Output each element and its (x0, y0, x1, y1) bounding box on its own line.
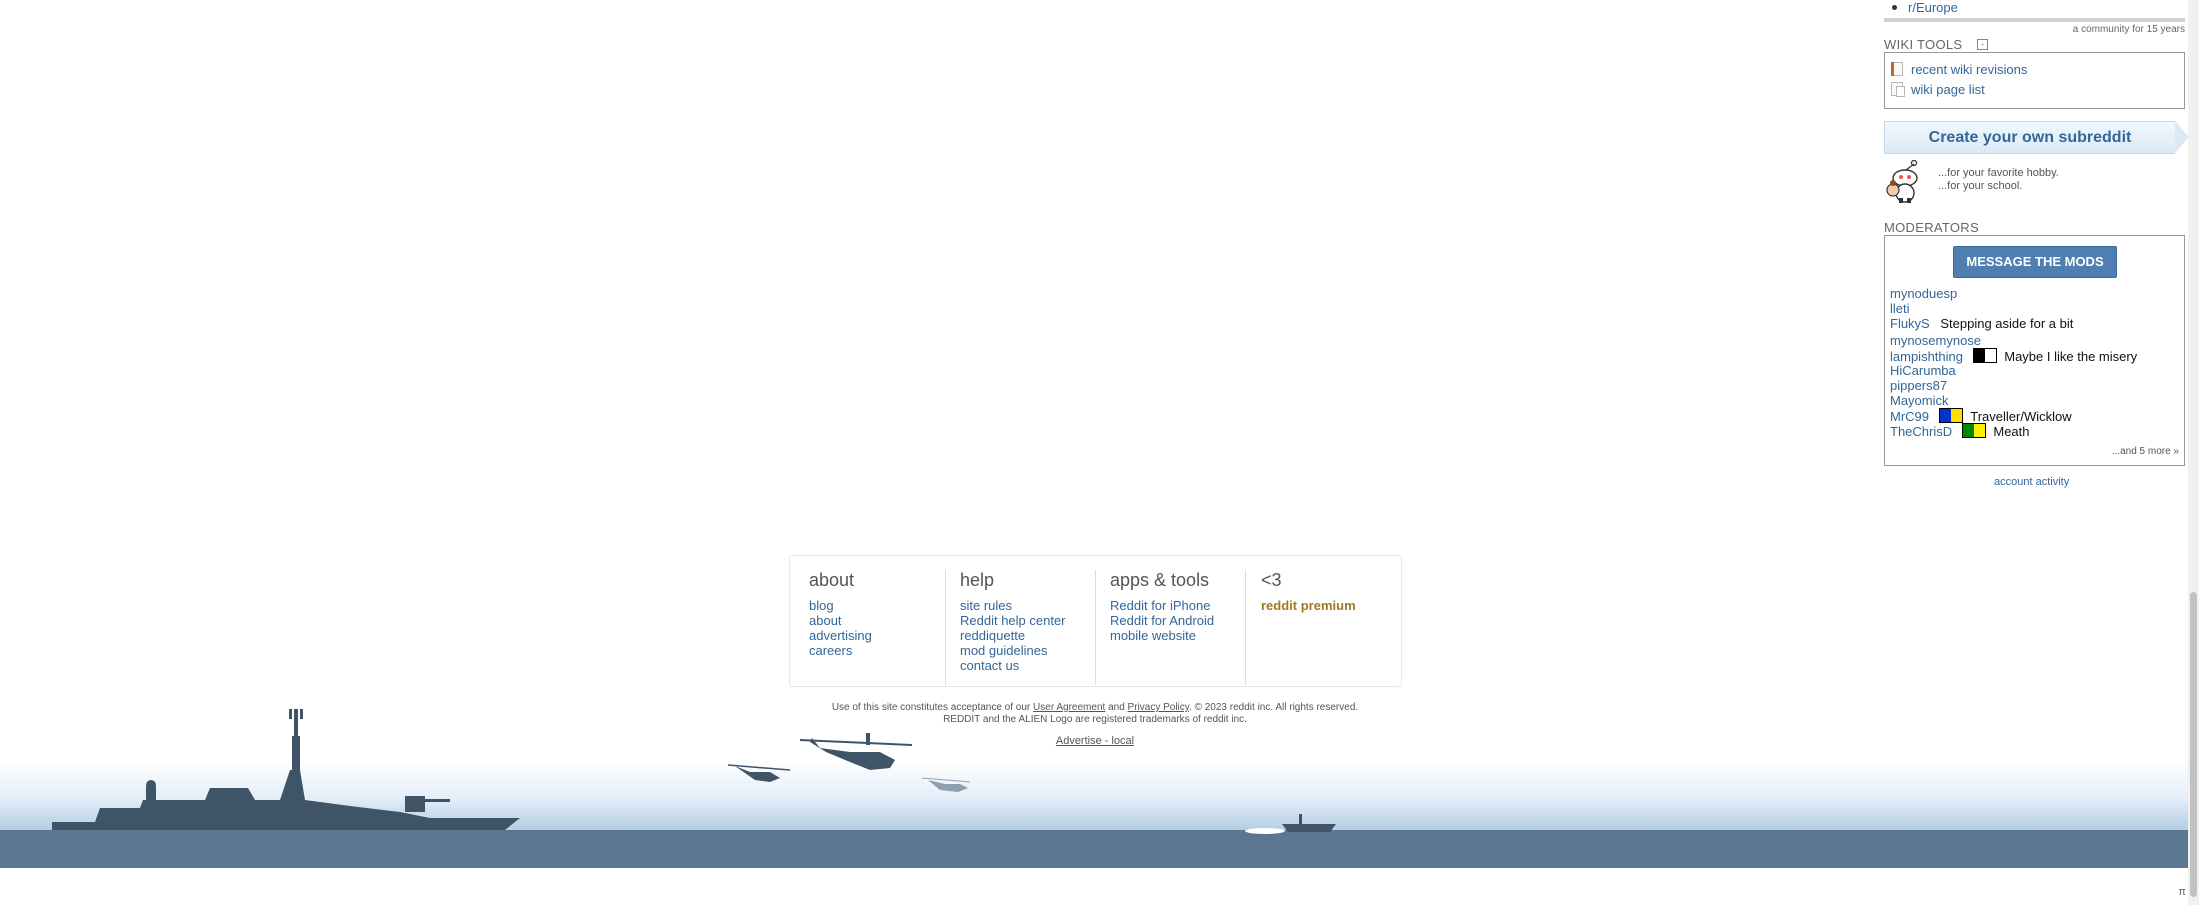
moderator-row: pippers87 (1890, 378, 1947, 393)
moderator-link[interactable]: HiCarumba (1890, 363, 1956, 378)
flair-flag-icon (1938, 408, 1963, 423)
moderator-link[interactable]: Mayomick (1890, 393, 1949, 408)
wiki-page-list-link[interactable]: wiki page list (1911, 82, 1985, 97)
footer-column-help: help site rules Reddit help center reddi… (960, 570, 1096, 685)
user-flair: Traveller/Wicklow (1970, 409, 2072, 424)
user-flair: Maybe I like the misery (2004, 349, 2138, 364)
footer-column-about: about blog about advertising careers (809, 570, 946, 685)
moderator-row: FlukyS Stepping aside for a bit (1890, 316, 2073, 331)
footer-heading: help (960, 570, 995, 590)
create-tagline-hobby: ...for your favorite hobby. (1938, 167, 2059, 179)
create-subreddit-tagline: ...for your favorite hobby. ...for your … (1938, 167, 2059, 193)
moderator-link[interactable]: FlukyS (1890, 316, 1930, 331)
user-flair: Meath (1993, 424, 2030, 439)
footer-link-reddiquette[interactable]: reddiquette (960, 628, 1095, 643)
moderator-row: lleti (1890, 301, 1910, 316)
user-flair: Stepping aside for a bit (1940, 316, 2074, 331)
moderator-row: Mayomick (1890, 393, 1949, 408)
moderator-row: HiCarumba (1890, 363, 1956, 378)
footer-link-help-center[interactable]: Reddit help center (960, 613, 1095, 628)
footer-link-about[interactable]: about (809, 613, 945, 628)
moderator-link[interactable]: lleti (1890, 301, 1910, 316)
page-scrollbar[interactable] (2188, 0, 2199, 905)
flair-flag-icon (1972, 348, 1997, 363)
collapse-icon[interactable]: - (1977, 39, 1988, 50)
moderator-row: mynoduesp (1890, 286, 1957, 301)
moderator-link[interactable]: pippers87 (1890, 378, 1947, 393)
moderator-link[interactable]: mynosemynose (1890, 333, 1981, 348)
recent-wiki-revisions-link[interactable]: recent wiki revisions (1911, 62, 2027, 77)
footer-link-contact[interactable]: contact us (960, 658, 1095, 673)
back-to-top-link[interactable]: π (2178, 886, 2186, 898)
wiki-tools-box: recent wiki revisions wiki page list (1884, 52, 2185, 109)
related-subreddit-link[interactable]: r/Europe (1892, 0, 1958, 15)
moderator-link[interactable]: TheChrisD (1890, 424, 1952, 439)
footer-sea-scene (0, 709, 2188, 868)
flair-flag-icon (1961, 423, 1986, 438)
moderators-title: MODERATORS (1884, 220, 1979, 235)
footer-heading: <3 (1261, 570, 1282, 590)
create-subreddit-button[interactable]: Create your own subreddit (1884, 121, 2189, 154)
bullet-icon (1892, 5, 1897, 10)
moderator-row: MrC99 Traveller/Wicklow (1890, 408, 2072, 424)
more-moderators-link[interactable]: ...and 5 more » (2112, 446, 2179, 457)
footer-heading: apps & tools (1110, 570, 1210, 590)
footer-link-mod-guidelines[interactable]: mod guidelines (960, 643, 1095, 658)
moderator-link[interactable]: lampishthing (1890, 349, 1963, 364)
footer-link-blog[interactable]: blog (809, 598, 945, 613)
community-age-rule (1884, 18, 2185, 22)
related-subreddit-label: r/Europe (1908, 0, 1958, 15)
moderator-row: TheChrisD Meath (1890, 423, 2030, 439)
footer-link-iphone[interactable]: Reddit for iPhone (1110, 598, 1245, 613)
scrollbar-thumb[interactable] (2190, 592, 2197, 897)
footer-link-advertising[interactable]: advertising (809, 628, 945, 643)
footer-link-careers[interactable]: careers (809, 643, 945, 658)
reddit-alien-icon (1886, 160, 1918, 203)
footer-column-apps: apps & tools Reddit for iPhone Reddit fo… (1110, 570, 1246, 685)
moderator-link[interactable]: MrC99 (1890, 409, 1929, 424)
community-age: a community for 15 years (2072, 24, 2185, 35)
sea-band (0, 830, 2188, 868)
footer-column-premium: <3 reddit premium (1261, 570, 1386, 685)
wiki-tools-title: WIKI TOOLS (1884, 37, 1963, 52)
message-mods-button[interactable]: MESSAGE THE MODS (1953, 246, 2117, 278)
wiki-revisions-icon (1891, 62, 1903, 76)
site-footer: about blog about advertising careers hel… (789, 555, 1402, 687)
account-activity-link[interactable]: account activity (1994, 476, 2069, 488)
moderator-row: lampishthing Maybe I like the misery (1890, 348, 2137, 364)
moderator-link[interactable]: mynoduesp (1890, 286, 1957, 301)
moderators-box: MESSAGE THE MODS mynoduesp lleti FlukyS … (1884, 235, 2185, 466)
footer-link-site-rules[interactable]: site rules (960, 598, 1095, 613)
wiki-page-list-icon (1891, 82, 1905, 97)
moderator-row: mynosemynose (1890, 333, 1981, 348)
footer-link-android[interactable]: Reddit for Android (1110, 613, 1245, 628)
footer-link-mobile-website[interactable]: mobile website (1110, 628, 1245, 643)
create-tagline-school: ...for your school. (1938, 180, 2023, 192)
footer-link-reddit-premium[interactable]: reddit premium (1261, 598, 1386, 613)
footer-heading: about (809, 570, 855, 590)
